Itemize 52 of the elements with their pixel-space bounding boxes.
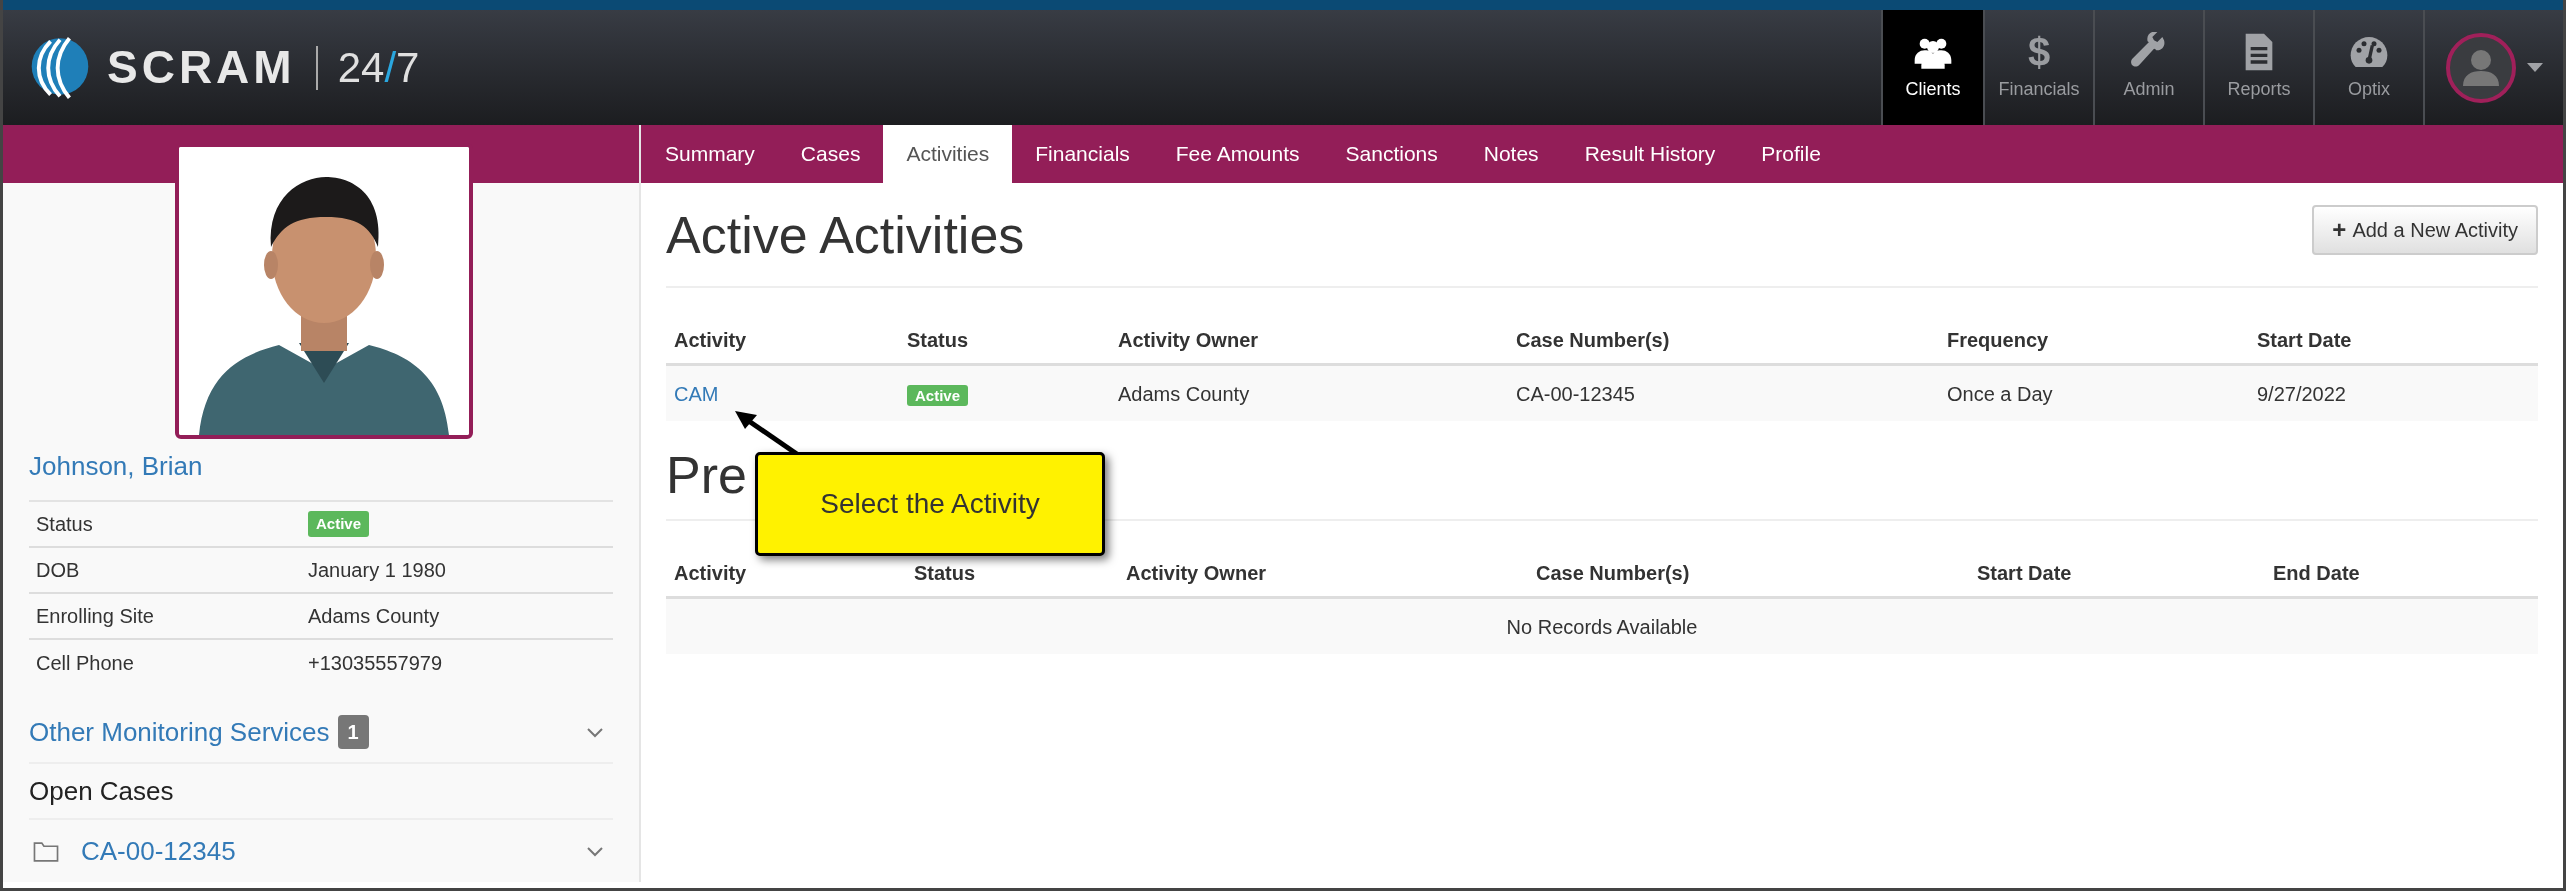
column-header: Status [914, 561, 977, 586]
tab[interactable]: Profile [1738, 125, 1844, 183]
dollar-icon: $ [2027, 32, 2051, 72]
table-cell-text: CA-00-12345 [1516, 381, 1636, 407]
status-badge: Active [907, 384, 969, 406]
count-badge: 1 [337, 715, 369, 749]
detail-value: January 1 1980 [308, 558, 446, 583]
empty-message: No Records Available [1506, 614, 1698, 640]
client-name[interactable]: Johnson, Brian [29, 447, 613, 502]
column-header: Activity Owner [1118, 328, 1260, 353]
avatar-icon [2445, 31, 2517, 104]
column-header: End Date [2273, 561, 2361, 586]
column-header: Frequency [1947, 328, 2050, 353]
tab[interactable]: Result History [1561, 125, 1739, 183]
detail-label: Status [36, 512, 94, 537]
section-title: Open Cases [29, 764, 613, 820]
detail-label: DOB [36, 558, 81, 583]
plus-icon: + [2332, 211, 2347, 248]
page-heading: Active Activities [666, 204, 1025, 266]
status-badge: Active [308, 510, 370, 538]
column-header: Start Date [1977, 561, 2073, 586]
table-cell-text: Once a Day [1947, 381, 2054, 407]
column-header: Activity [674, 561, 748, 586]
detail-value: Adams County [308, 604, 440, 629]
tab[interactable]: Fee Amounts [1152, 125, 1323, 183]
table-cell-text: 9/27/2022 [2257, 381, 2347, 407]
tab[interactable]: Activities [883, 125, 1013, 183]
column-header: Status [907, 328, 970, 353]
column-header: Activity [674, 328, 748, 353]
column-header: Case Number(s) [1536, 561, 1691, 586]
logo-brand: SCRAM [107, 40, 296, 95]
detail-label: Enrolling Site [36, 604, 155, 629]
column-header: Activity Owner [1126, 561, 1268, 586]
tab[interactable]: Notes [1460, 125, 1562, 183]
add-activity-button[interactable]: + Add a New Activity [2312, 204, 2538, 255]
column-header: Case Number(s) [1516, 328, 1671, 353]
case-link[interactable]: CA-00-12345 [81, 831, 236, 871]
tab[interactable]: Summary [642, 125, 778, 183]
section-link[interactable]: Other Monitoring Services [29, 712, 330, 752]
folder-icon [33, 840, 59, 862]
column-header: Start Date [2257, 328, 2353, 353]
tab[interactable]: Sanctions [1322, 125, 1461, 183]
tab[interactable]: Cases [777, 125, 884, 183]
logo-product: 24/7 [337, 43, 420, 93]
table-cell-text: Adams County [1118, 381, 1251, 407]
detail-value: +13035557979 [308, 651, 443, 676]
activity-link[interactable]: CAM [674, 378, 719, 409]
tab[interactable]: Financials [1012, 125, 1153, 183]
callout: Select the Activity [755, 452, 1105, 556]
caret-icon [2527, 63, 2543, 72]
nav-button[interactable]: Clients [1881, 10, 1983, 125]
detail-label: Cell Phone [36, 651, 135, 676]
